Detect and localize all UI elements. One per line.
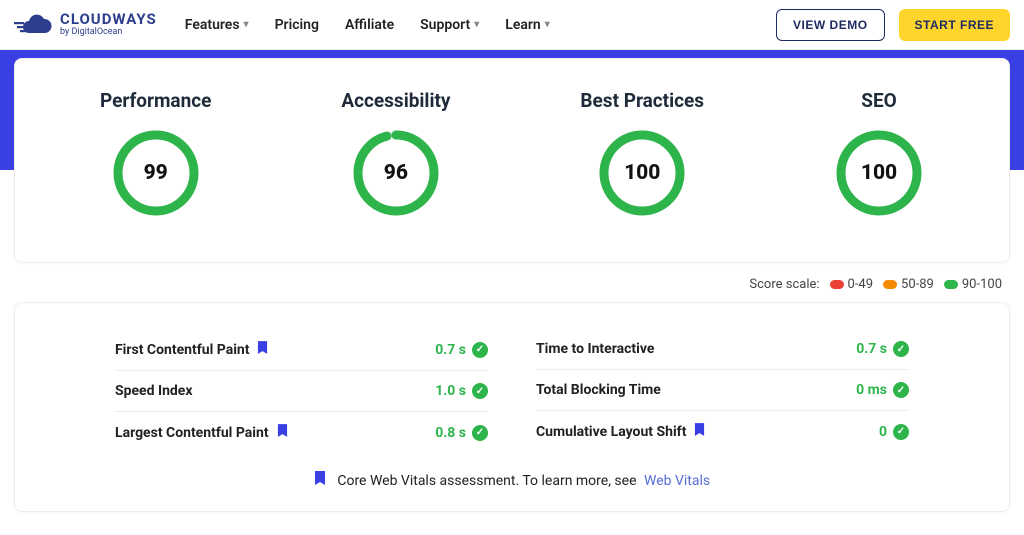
web-vitals-link[interactable]: Web Vitals bbox=[644, 473, 710, 489]
metric-row: Cumulative Layout Shift 0 ✓ bbox=[536, 411, 909, 452]
nav-support[interactable]: Support ▾ bbox=[420, 17, 479, 33]
start-free-button[interactable]: START FREE bbox=[899, 9, 1010, 41]
metric-label: Speed Index bbox=[115, 383, 193, 399]
gauge-best-practices: Best Practices 100 bbox=[580, 89, 704, 218]
nav-affiliate[interactable]: Affiliate bbox=[345, 17, 394, 33]
scores-card: Performance 99 Accessibility 96 Best Pra… bbox=[14, 58, 1010, 263]
gauge-value: 100 bbox=[834, 128, 924, 218]
check-icon: ✓ bbox=[893, 341, 909, 357]
gauge-accessibility: Accessibility 96 bbox=[341, 89, 450, 218]
view-demo-button[interactable]: VIEW DEMO bbox=[776, 9, 885, 41]
site-header: CLOUDWAYS by DigitalOcean Features ▾ Pric… bbox=[0, 0, 1024, 50]
bookmark-icon bbox=[277, 424, 288, 441]
metric-value: 1.0 s ✓ bbox=[435, 383, 488, 399]
primary-nav: Features ▾ Pricing Affiliate Support ▾ Lea… bbox=[185, 17, 550, 33]
check-icon: ✓ bbox=[472, 342, 488, 358]
gauge-seo: SEO 100 bbox=[834, 89, 924, 218]
metric-label: First Contentful Paint bbox=[115, 341, 268, 358]
core-web-vitals-note: Core Web Vitals assessment. To learn mor… bbox=[115, 453, 909, 489]
gauge-value: 99 bbox=[111, 128, 201, 218]
metric-value: 0 ms ✓ bbox=[856, 382, 909, 398]
metrics-col-right: Time to Interactive 0.7 s ✓ Total Blocking… bbox=[536, 329, 909, 453]
gauge-ring: 96 bbox=[351, 128, 441, 218]
scale-red: 0-49 bbox=[830, 277, 874, 292]
brand-tagline: by DigitalOcean bbox=[60, 27, 157, 37]
pill-icon bbox=[830, 280, 844, 289]
scale-green: 90-100 bbox=[944, 277, 1002, 292]
metric-row: First Contentful Paint 0.7 s ✓ bbox=[115, 329, 488, 371]
metric-value: 0.7 s ✓ bbox=[856, 341, 909, 357]
metric-value: 0.7 s ✓ bbox=[435, 342, 488, 358]
nav-label: Learn bbox=[505, 17, 540, 33]
check-icon: ✓ bbox=[893, 424, 909, 440]
metric-value: 0 ✓ bbox=[879, 424, 909, 440]
pill-icon bbox=[944, 280, 958, 289]
cloud-icon bbox=[14, 13, 54, 37]
nav-pricing[interactable]: Pricing bbox=[275, 17, 319, 33]
nav-label: Pricing bbox=[275, 17, 319, 33]
score-scale-legend: Score scale: 0-49 50-89 90-100 bbox=[14, 263, 1010, 302]
gauge-title: Performance bbox=[100, 89, 211, 112]
chevron-down-icon: ▾ bbox=[244, 19, 249, 30]
gauge-value: 100 bbox=[597, 128, 687, 218]
gauge-title: Best Practices bbox=[580, 89, 704, 112]
metric-row: Speed Index 1.0 s ✓ bbox=[115, 371, 488, 412]
brand-name: CLOUDWAYS bbox=[60, 12, 157, 27]
nav-label: Features bbox=[185, 17, 240, 33]
metric-value: 0.8 s ✓ bbox=[435, 425, 488, 441]
bookmark-icon bbox=[694, 423, 705, 440]
bookmark-icon bbox=[257, 341, 268, 358]
nav-label: Affiliate bbox=[345, 17, 394, 33]
gauge-title: SEO bbox=[834, 89, 924, 112]
metric-label: Largest Contentful Paint bbox=[115, 424, 288, 441]
scale-prefix: Score scale: bbox=[749, 277, 819, 292]
gauge-performance: Performance 99 bbox=[100, 89, 211, 218]
metric-row: Largest Contentful Paint 0.8 s ✓ bbox=[115, 412, 488, 453]
metric-row: Total Blocking Time 0 ms ✓ bbox=[536, 370, 909, 411]
chevron-down-icon: ▾ bbox=[474, 19, 479, 30]
metrics-card: First Contentful Paint 0.7 s ✓Speed Inde… bbox=[14, 302, 1010, 512]
scale-orange: 50-89 bbox=[883, 277, 934, 292]
footer-text: Core Web Vitals assessment. To learn mor… bbox=[337, 473, 636, 489]
gauge-title: Accessibility bbox=[341, 89, 450, 112]
nav-features[interactable]: Features ▾ bbox=[185, 17, 249, 33]
gauge-ring: 99 bbox=[111, 128, 201, 218]
gauge-ring: 100 bbox=[597, 128, 687, 218]
metric-label: Total Blocking Time bbox=[536, 382, 661, 398]
metric-label: Time to Interactive bbox=[536, 341, 654, 357]
nav-learn[interactable]: Learn ▾ bbox=[505, 17, 550, 33]
logo[interactable]: CLOUDWAYS by DigitalOcean bbox=[14, 12, 157, 37]
gauge-ring: 100 bbox=[834, 128, 924, 218]
metrics-col-left: First Contentful Paint 0.7 s ✓Speed Inde… bbox=[115, 329, 488, 453]
gauge-value: 96 bbox=[351, 128, 441, 218]
check-icon: ✓ bbox=[472, 383, 488, 399]
metric-label: Cumulative Layout Shift bbox=[536, 423, 705, 440]
nav-label: Support bbox=[420, 17, 470, 33]
bookmark-icon bbox=[314, 473, 329, 489]
chevron-down-icon: ▾ bbox=[545, 19, 550, 30]
metric-row: Time to Interactive 0.7 s ✓ bbox=[536, 329, 909, 370]
pill-icon bbox=[883, 280, 897, 289]
check-icon: ✓ bbox=[893, 382, 909, 398]
check-icon: ✓ bbox=[472, 425, 488, 441]
